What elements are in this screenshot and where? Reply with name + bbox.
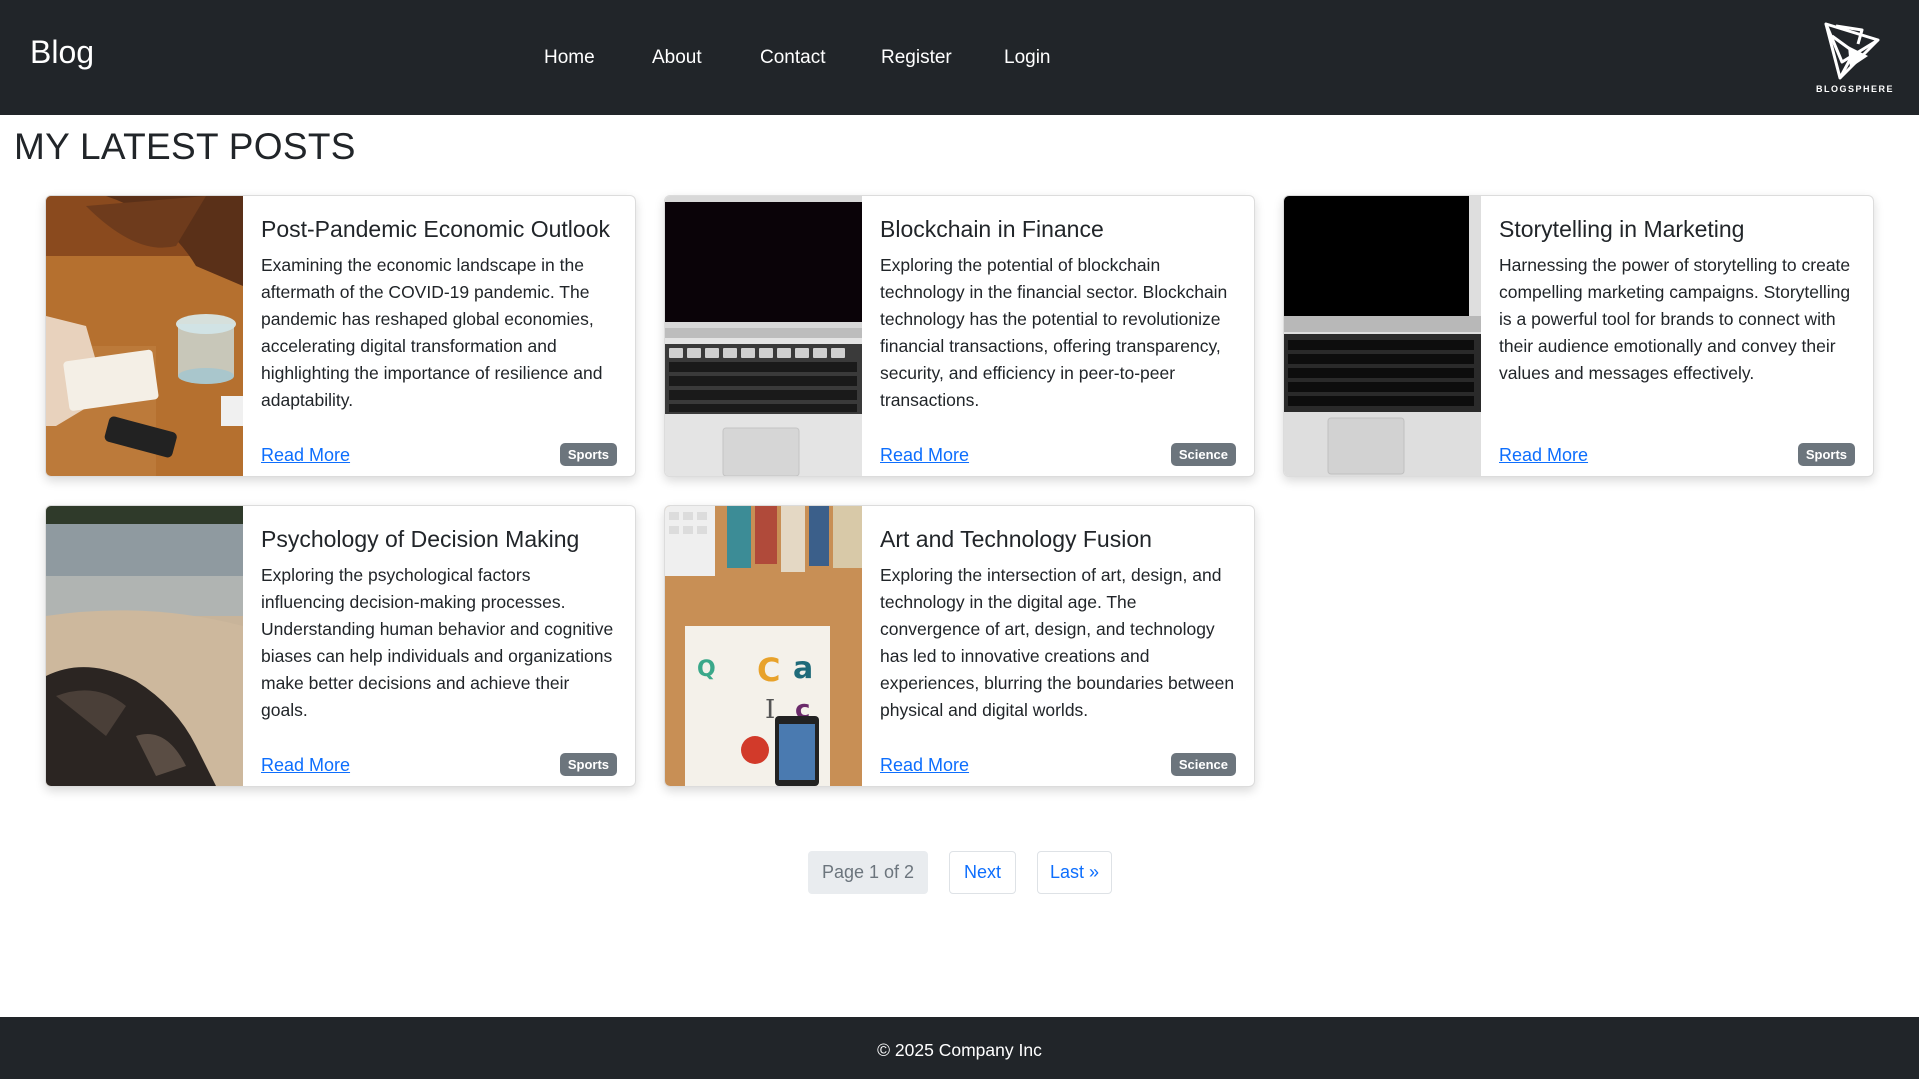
footer: © 2025 Company Inc [0,1017,1919,1079]
read-more-link[interactable]: Read More [1499,445,1588,466]
svg-text:Q: Q [697,657,716,682]
svg-text:C: C [757,651,780,689]
category-badge: Sports [559,753,617,776]
post-image [1284,196,1481,476]
post-image [46,196,243,476]
nav-contact-link[interactable]: Contact [760,47,825,69]
svg-text:a: a [793,651,813,686]
category-badge: Sports [559,443,617,466]
category-badge: Sports [1797,443,1855,466]
category-badge: Science [1170,443,1236,466]
read-more-link[interactable]: Read More [261,445,350,466]
post-card: Blockchain in Finance Exploring the pote… [664,195,1255,477]
post-card: Psychology of Decision Making Exploring … [45,505,636,787]
svg-text:I: I [765,695,775,725]
post-excerpt: Exploring the potential of blockchain te… [880,255,1228,410]
post-title: Blockchain in Finance [880,216,1104,242]
blogsphere-logo[interactable]: BLOGSPHERE [1812,18,1898,98]
post-card: Post-Pandemic Economic Outlook Examining… [45,195,636,477]
nav-links: Home About Contact Register Login [0,0,1919,115]
footer-copyright: © 2025 Company Inc [877,1040,1042,1060]
pagination-last-button[interactable]: Last » [1037,851,1112,894]
page-title: MY LATEST POSTS [14,126,356,167]
post-excerpt: Exploring the intersection of art, desig… [880,565,1235,720]
post-image [46,506,243,786]
post-excerpt: Examining the economic landscape in the … [261,255,603,410]
nav-login-link[interactable]: Login [1004,47,1051,69]
nav-register-link[interactable]: Register [881,47,952,69]
post-card: Q C a I c Art and Technology Fusion Expl… [664,505,1255,787]
post-card-body: Post-Pandemic Economic Outlook Examining… [243,196,635,476]
play-triangle-logo-icon [1824,22,1880,80]
post-excerpt: Harnessing the power of storytelling to … [1499,255,1851,383]
read-more-link[interactable]: Read More [880,755,969,776]
read-more-link[interactable]: Read More [261,755,350,776]
post-title: Storytelling in Marketing [1499,216,1745,242]
pagination-next-button[interactable]: Next [949,851,1016,894]
post-excerpt: Exploring the psychological factors infl… [261,565,614,720]
navbar: Blog Home About Contact Register Login B… [0,0,1919,115]
post-card-body: Storytelling in Marketing Harnessing the… [1481,196,1873,476]
nav-about-link[interactable]: About [652,47,702,69]
post-card-body: Blockchain in Finance Exploring the pote… [862,196,1254,476]
post-image: Q C a I c [665,506,862,786]
pagination-current-page: Page 1 of 2 [808,851,928,894]
read-more-link[interactable]: Read More [880,445,969,466]
post-title: Post-Pandemic Economic Outlook [261,216,610,242]
post-card-body: Art and Technology Fusion Exploring the … [862,506,1254,786]
post-title: Psychology of Decision Making [261,526,580,552]
post-image [665,196,862,476]
post-title: Art and Technology Fusion [880,526,1152,552]
post-card-body: Psychology of Decision Making Exploring … [243,506,635,786]
post-card: Storytelling in Marketing Harnessing the… [1283,195,1874,477]
logo-text: BLOGSPHERE [1815,84,1894,94]
nav-home-link[interactable]: Home [544,47,595,69]
category-badge: Science [1170,753,1236,776]
